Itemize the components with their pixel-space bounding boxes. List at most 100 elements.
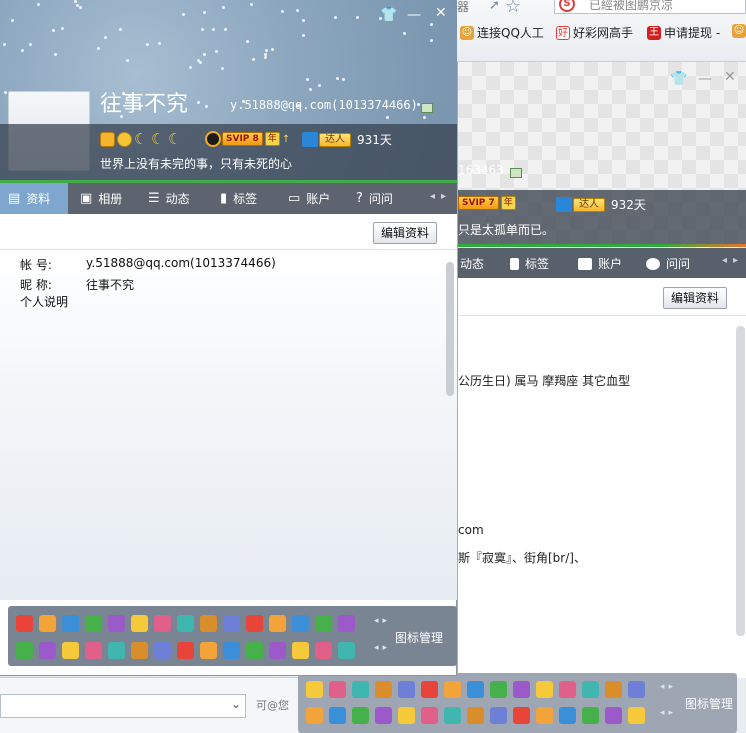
service-icon[interactable] <box>352 707 369 724</box>
favorite-link[interactable]: 王 申请提现 - <box>647 24 720 41</box>
service-icon[interactable] <box>200 615 217 632</box>
service-icon[interactable] <box>131 615 148 632</box>
tab-dynamic[interactable]: ☰ 动态 <box>140 183 198 214</box>
icon-manage-link[interactable]: 图标管理 <box>395 629 443 646</box>
tab-questions[interactable]: 问问 <box>646 255 690 272</box>
service-icon[interactable] <box>16 615 33 632</box>
service-icon[interactable] <box>421 707 438 724</box>
tab-scroll-arrows[interactable]: ◂▸ <box>430 191 452 202</box>
minimize-icon[interactable]: — <box>698 72 712 86</box>
chat-input[interactable]: ⌄ <box>0 694 246 718</box>
svip-badge[interactable]: SVIP 8 年 ↑ <box>205 131 290 147</box>
service-icon[interactable] <box>329 681 346 698</box>
svip-badge[interactable]: SVIP 7 年 <box>458 196 516 210</box>
service-icon[interactable] <box>513 681 530 698</box>
service-icon[interactable] <box>315 642 332 659</box>
service-icon[interactable] <box>375 707 392 724</box>
close-icon[interactable]: ✕ <box>435 6 447 20</box>
edit-profile-button[interactable]: 编辑资料 <box>663 287 728 309</box>
tab-account[interactable]: ▭ 账户 <box>280 183 338 214</box>
service-icon[interactable] <box>582 681 599 698</box>
skin-icon[interactable]: 👕 <box>670 72 687 86</box>
tab-album[interactable]: ▣ 相册 <box>72 183 130 214</box>
minimize-icon[interactable]: — <box>407 8 421 22</box>
service-icon[interactable] <box>154 615 171 632</box>
service-icon[interactable] <box>559 707 576 724</box>
scrollbar[interactable] <box>736 326 745 636</box>
tray-arrows[interactable]: ◂▸ <box>374 643 391 653</box>
favorite-link[interactable]: ☺ 连接QQ人工 <box>460 24 544 41</box>
service-icon[interactable] <box>559 681 576 698</box>
service-icon[interactable] <box>292 615 309 632</box>
close-icon[interactable]: ✕ <box>724 70 736 84</box>
service-icon[interactable] <box>329 707 346 724</box>
service-icon[interactable] <box>605 681 622 698</box>
skin-icon[interactable]: 👕 <box>380 8 397 22</box>
favorite-link[interactable]: 好 好彩网高手 <box>556 24 633 41</box>
service-icon[interactable] <box>108 615 125 632</box>
service-icon[interactable] <box>269 615 286 632</box>
service-icon[interactable] <box>398 707 415 724</box>
service-icon[interactable] <box>536 681 553 698</box>
daren-badge[interactable]: 达人 931天 <box>302 131 392 148</box>
service-icon[interactable] <box>398 681 415 698</box>
tab-questions[interactable]: ? 问问 <box>348 183 401 214</box>
service-icon[interactable] <box>338 642 355 659</box>
service-icon[interactable] <box>375 681 392 698</box>
service-icon[interactable] <box>223 615 240 632</box>
service-icon[interactable] <box>246 642 263 659</box>
service-icon[interactable] <box>62 642 79 659</box>
tab-tags[interactable]: ▮ 标签 <box>212 183 265 214</box>
service-icon[interactable] <box>352 681 369 698</box>
service-icon[interactable] <box>421 681 438 698</box>
favorite-link[interactable]: ☺ <box>732 24 746 38</box>
edit-profile-button[interactable]: 编辑资料 <box>373 222 438 244</box>
service-icon[interactable] <box>62 615 79 632</box>
scrollbar[interactable] <box>446 262 454 396</box>
service-icon[interactable] <box>536 707 553 724</box>
card-icon[interactable] <box>421 103 433 113</box>
service-icon[interactable] <box>200 642 217 659</box>
tray-arrows[interactable]: ◂▸ <box>374 616 391 626</box>
service-icon[interactable] <box>306 681 323 698</box>
service-icon[interactable] <box>490 707 507 724</box>
tab-tags[interactable]: 标签 <box>510 255 549 272</box>
service-icon[interactable] <box>39 642 56 659</box>
service-icon[interactable] <box>269 642 286 659</box>
service-icon[interactable] <box>39 615 56 632</box>
service-icon[interactable] <box>513 707 530 724</box>
card-icon[interactable] <box>510 168 522 178</box>
service-icon[interactable] <box>154 642 171 659</box>
search-box[interactable]: S 已經被图鹏京凉 <box>554 0 746 14</box>
service-icon[interactable] <box>131 642 148 659</box>
service-icon[interactable] <box>85 642 102 659</box>
service-icon[interactable] <box>16 642 33 659</box>
tab-dynamic[interactable]: 动态 <box>460 255 484 272</box>
service-icon[interactable] <box>315 615 332 632</box>
tray-arrows[interactable]: ◂▸ <box>660 708 677 718</box>
daren-badge[interactable]: 达人 932天 <box>556 196 646 213</box>
service-icon[interactable] <box>444 681 461 698</box>
service-icon[interactable] <box>246 615 263 632</box>
service-icon[interactable] <box>223 642 240 659</box>
go-arrow-icon[interactable]: ➚ <box>489 0 500 13</box>
tab-scroll-arrows[interactable]: ◂▸ <box>722 255 744 266</box>
service-icon[interactable] <box>338 615 355 632</box>
search-input[interactable]: 已經被图鹏京凉 <box>589 0 673 13</box>
service-icon[interactable] <box>467 681 484 698</box>
icon-manage-link[interactable]: 图标管理 <box>685 695 733 712</box>
service-icon[interactable] <box>605 707 622 724</box>
level-icons[interactable]: ☾ ☾ ☾ <box>100 130 185 148</box>
service-icon[interactable] <box>292 642 309 659</box>
service-icon[interactable] <box>177 642 194 659</box>
service-icon[interactable] <box>628 681 645 698</box>
service-icon[interactable] <box>467 707 484 724</box>
tray-arrows[interactable]: ◂▸ <box>660 682 677 692</box>
service-icon[interactable] <box>582 707 599 724</box>
tab-account[interactable]: 账户 <box>578 255 622 272</box>
favorite-star-icon[interactable]: ☆ <box>505 0 521 17</box>
tab-profile[interactable]: ▤ 资料 <box>0 183 68 214</box>
service-icon[interactable] <box>490 681 507 698</box>
service-icon[interactable] <box>177 615 194 632</box>
chevron-down-icon[interactable]: ⌄ <box>231 697 241 711</box>
